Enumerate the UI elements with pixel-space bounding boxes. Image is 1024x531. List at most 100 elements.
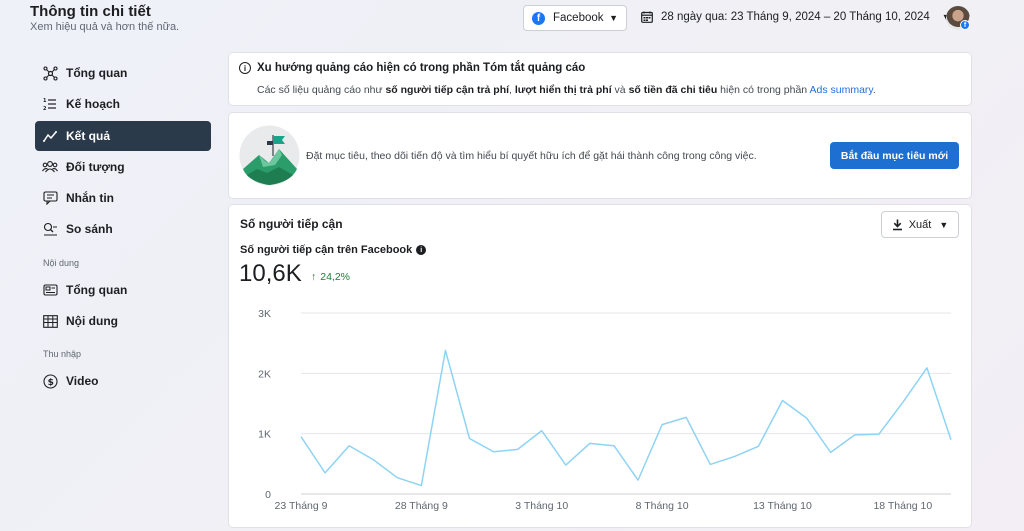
goal-description: Đặt mục tiêu, theo dõi tiến độ và tìm hi…: [306, 150, 757, 162]
content-overview-icon: [42, 282, 58, 298]
data-point[interactable]: [924, 365, 930, 371]
data-point[interactable]: [394, 475, 400, 481]
svg-text:$: $: [47, 378, 53, 388]
notice-title-text: Xu hướng quảng cáo hiện có trong phần Tó…: [257, 62, 586, 74]
data-point[interactable]: [731, 454, 737, 460]
data-point[interactable]: [683, 414, 689, 420]
sidebar-item-label: Video: [66, 374, 99, 389]
y-tick-label: 0: [265, 489, 271, 501]
data-point[interactable]: [635, 477, 641, 483]
sidebar-item-label: Nội dung: [66, 314, 118, 329]
sidebar-item-plan[interactable]: 12 Kế hoạch: [35, 89, 211, 119]
data-point[interactable]: [539, 428, 545, 434]
data-point[interactable]: [876, 431, 882, 437]
sidebar-item-label: Kế hoạch: [66, 97, 121, 112]
y-tick-label: 2K: [258, 368, 271, 380]
data-point[interactable]: [948, 437, 954, 443]
info-icon: i: [239, 62, 251, 74]
reach-line-chart: 0 1K 2K 3K 23 Tháng 9 28 Tháng 9 3 Tháng 10 8 T…: [258, 308, 954, 512]
notice-text: và: [611, 84, 629, 96]
sidebar-item-audience[interactable]: Đối tượng: [35, 152, 211, 182]
sidebar-item-label: Tổng quan: [66, 282, 128, 297]
data-point[interactable]: [298, 434, 304, 440]
notice-title: i Xu hướng quảng cáo hiện có trong phần …: [239, 62, 585, 74]
reach-card: Số người tiếp cận Xuất ▼ Số người tiếp c…: [229, 205, 971, 527]
y-tick-label: 1K: [258, 429, 271, 441]
sidebar-item-video[interactable]: $ Video: [35, 366, 211, 396]
dollar-icon: $: [42, 373, 58, 389]
ads-summary-link[interactable]: Ads summary: [810, 84, 873, 96]
page-subtitle: Xem hiệu quả và hơn thế nữa.: [30, 21, 180, 33]
sidebar-item-messaging[interactable]: Nhắn tin: [35, 183, 211, 213]
data-point[interactable]: [828, 449, 834, 455]
people-icon: [42, 159, 58, 175]
sidebar-item-compare[interactable]: So sánh: [35, 214, 211, 244]
trend-icon: [42, 128, 58, 144]
sidebar-section-income: Thu nhập: [43, 349, 82, 360]
notice-body: Các số liệu quảng cáo như số người tiếp …: [257, 84, 876, 96]
data-point[interactable]: [491, 449, 497, 455]
reach-series-line[interactable]: [300, 349, 952, 487]
notice-bold-amount-spent: số tiền đã chi tiêu: [628, 84, 718, 96]
data-point[interactable]: [755, 443, 761, 449]
sidebar-item-label: Đối tượng: [66, 159, 125, 174]
date-range-label: 28 ngày qua: 23 Tháng 9, 2024 – 20 Tháng…: [661, 11, 930, 23]
message-icon: [42, 190, 58, 206]
sidebar-item-content[interactable]: Nội dung: [35, 306, 211, 336]
facebook-badge-icon: f: [960, 20, 970, 30]
y-tick-label: 3K: [258, 308, 271, 320]
data-point[interactable]: [346, 443, 352, 449]
data-point[interactable]: [659, 422, 665, 428]
sidebar-item-label: Nhắn tin: [66, 191, 114, 206]
platform-label: Facebook: [553, 12, 604, 24]
data-point[interactable]: [611, 443, 617, 449]
data-point[interactable]: [322, 470, 328, 476]
page-title: Thông tin chi tiết: [30, 3, 151, 20]
sidebar-item-label: Kết quả: [66, 128, 111, 143]
list-icon: 12: [42, 96, 58, 112]
sidebar-item-label: Tổng quan: [66, 66, 128, 80]
data-point[interactable]: [852, 432, 858, 438]
x-tick-label: 28 Tháng 9: [395, 500, 448, 512]
sidebar-section-content: Nội dung: [43, 257, 80, 268]
x-tick-label: 8 Tháng 10: [636, 500, 689, 512]
table-icon: [42, 313, 58, 329]
network-icon: [42, 65, 58, 81]
sidebar-item-overview[interactable]: Tổng quan: [35, 58, 211, 88]
x-tick-label: 3 Tháng 10: [515, 500, 568, 512]
data-point[interactable]: [804, 415, 810, 421]
goal-card: Đặt mục tiêu, theo dõi tiến độ và tìm hi…: [229, 113, 971, 198]
platform-select[interactable]: f Facebook ▼: [523, 5, 627, 31]
x-tick-label: 13 Tháng 10: [753, 500, 812, 512]
data-point[interactable]: [707, 461, 713, 467]
data-point[interactable]: [370, 457, 376, 463]
caret-down-icon: ▼: [609, 13, 618, 23]
start-new-goal-button[interactable]: Bắt đầu mục tiêu mới: [830, 142, 959, 169]
data-point[interactable]: [467, 435, 473, 441]
compare-icon: [42, 221, 58, 237]
notice-text: Các số liệu quảng cáo như: [257, 84, 386, 96]
goal-mountain-illustration: [239, 125, 300, 186]
data-point[interactable]: [587, 440, 593, 446]
sidebar-item-content-overview[interactable]: Tổng quan: [35, 275, 211, 305]
date-range-picker[interactable]: 28 ngày qua: 23 Tháng 9, 2024 – 20 Tháng…: [641, 11, 951, 23]
facebook-icon: f: [532, 11, 545, 25]
notice-text: hiện có trong phần: [717, 84, 810, 96]
x-tick-label: 18 Tháng 10: [873, 500, 932, 512]
data-point[interactable]: [515, 446, 521, 452]
sidebar-item-label: So sánh: [66, 222, 113, 237]
sidebar: Tổng quan 12 Kế hoạch Kết quả Đối tượng …: [35, 58, 211, 398]
data-point[interactable]: [442, 347, 448, 353]
data-point[interactable]: [418, 483, 424, 489]
data-point[interactable]: [779, 397, 785, 403]
ads-summary-notice: i Xu hướng quảng cáo hiện có trong phần …: [229, 53, 971, 105]
notice-bold-paid-reach: số người tiếp cận trả phí: [385, 84, 510, 96]
data-point[interactable]: [563, 462, 569, 468]
data-point[interactable]: [900, 399, 906, 405]
header: Thông tin chi tiết Xem hiệu quả và hơn t…: [0, 0, 1024, 48]
notice-bold-paid-impressions: lượt hiển thị trả phí: [514, 84, 612, 96]
calendar-icon: [641, 11, 653, 23]
svg-text:2: 2: [43, 106, 47, 111]
x-tick-label: 23 Tháng 9: [275, 500, 328, 512]
sidebar-item-results[interactable]: Kết quả: [35, 120, 211, 151]
